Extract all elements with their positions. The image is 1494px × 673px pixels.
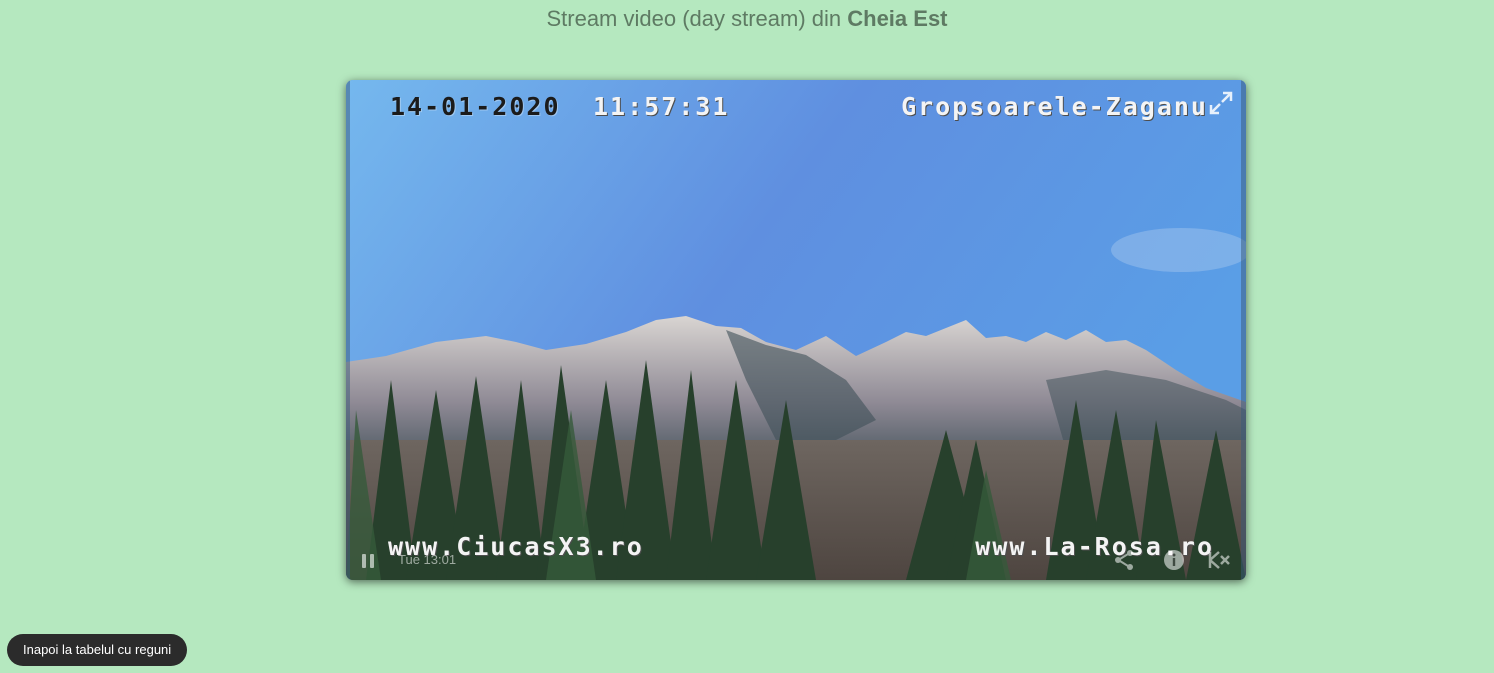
share-icon[interactable] — [1112, 548, 1136, 572]
brand-icon[interactable] — [1206, 548, 1232, 572]
pause-icon-bar-right — [370, 554, 374, 568]
webcam-frame — [346, 80, 1246, 580]
pause-button[interactable] — [360, 552, 376, 570]
osd-date: 14-01-2020 — [390, 92, 561, 121]
osd-location: Gropsoarele-Zaganu — [901, 92, 1208, 121]
video-player[interactable]: 14-01-2020 11:57:31 Gropsoarele-Zaganu w… — [346, 80, 1246, 580]
player-controls: Tue 13:01 — [346, 540, 1246, 580]
page-title-prefix: Stream video (day stream) din — [546, 6, 848, 31]
page: Stream video (day stream) din Cheia Est — [0, 0, 1494, 673]
stream-time-label: Tue 13:01 — [398, 552, 457, 567]
page-title: Stream video (day stream) din Cheia Est — [0, 6, 1494, 32]
pause-icon-bar-left — [362, 554, 366, 568]
back-to-table-button[interactable]: Inapoi la tabelul cu reguni — [7, 634, 188, 666]
info-icon[interactable] — [1162, 548, 1186, 572]
osd-time: 11:57:31 — [593, 92, 730, 121]
page-title-location: Cheia Est — [847, 6, 948, 31]
fullscreen-icon[interactable] — [1208, 90, 1234, 116]
